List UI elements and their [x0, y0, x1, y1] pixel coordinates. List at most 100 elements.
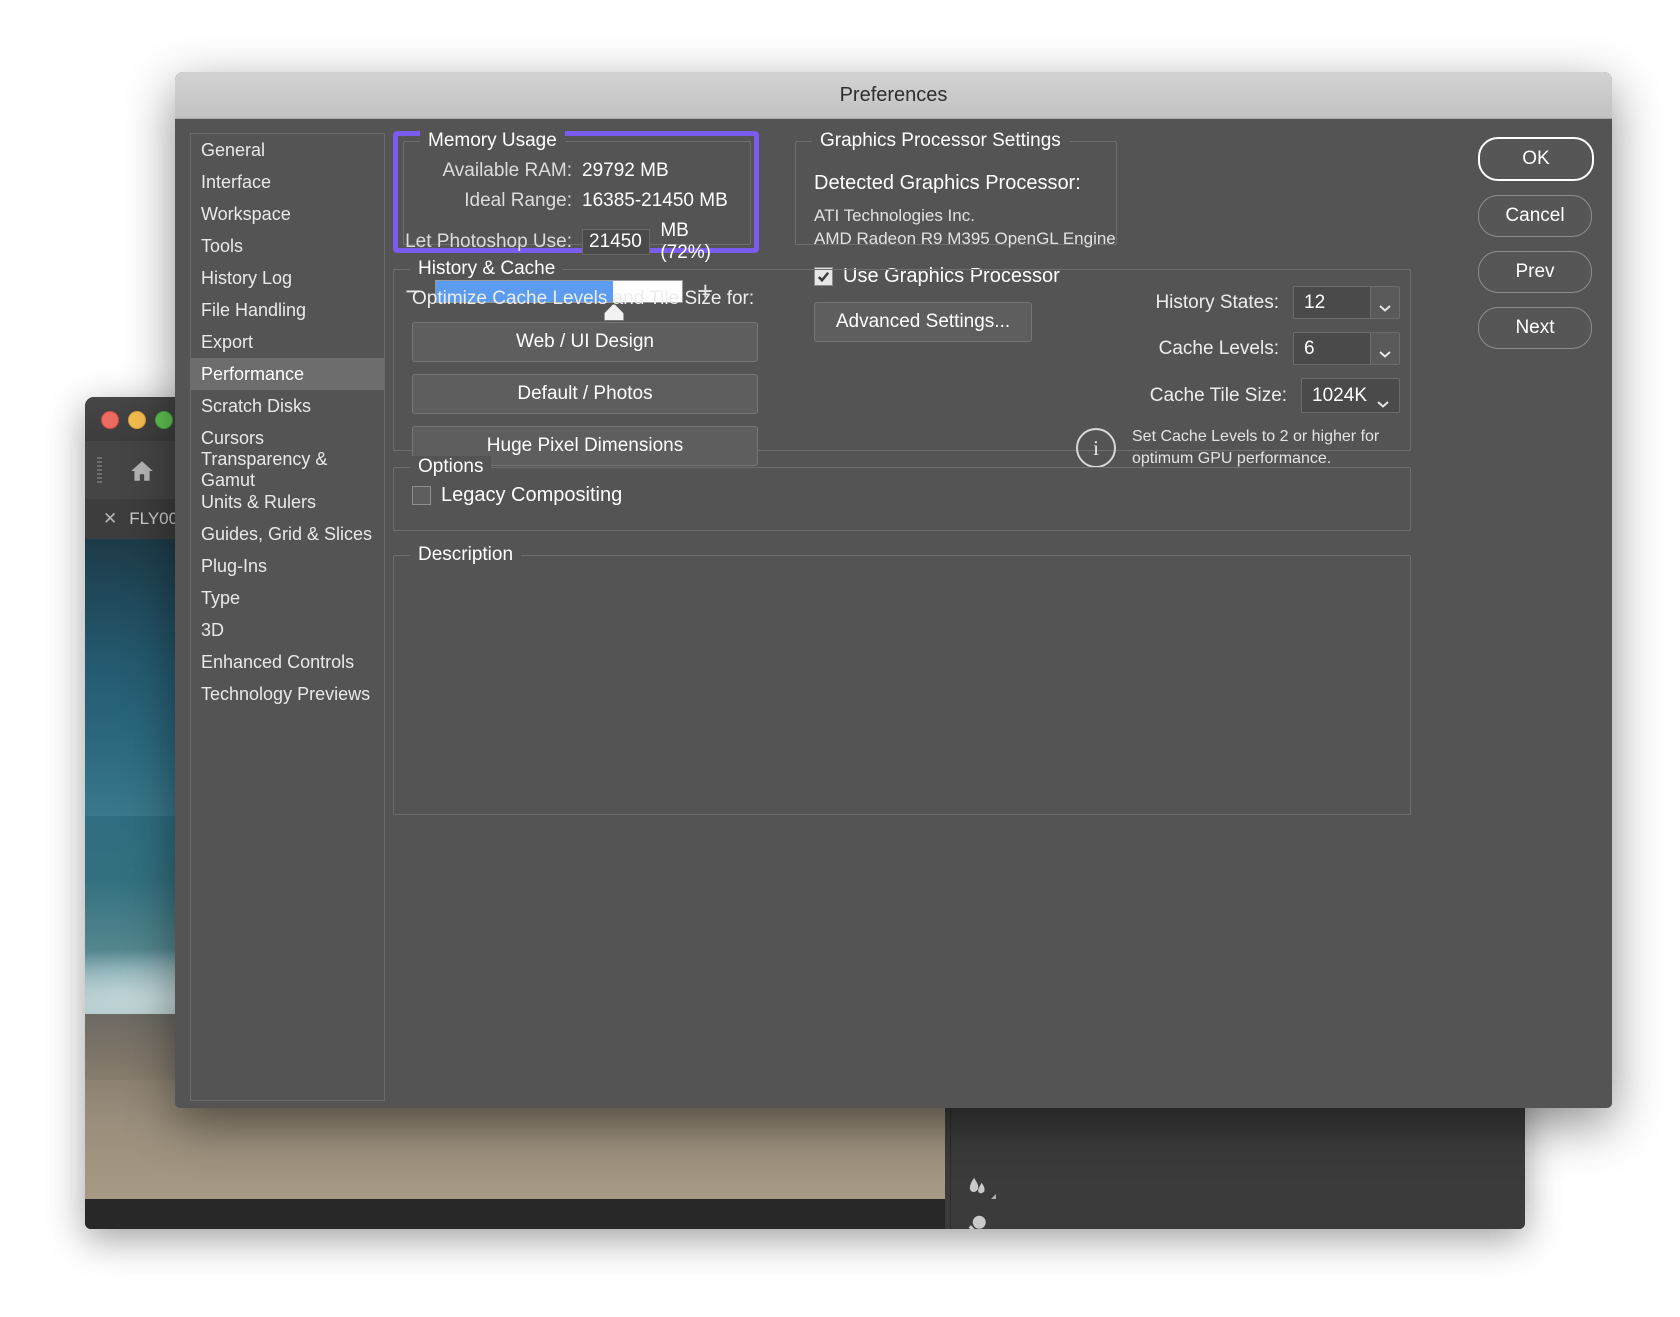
maximize-window-button[interactable] [155, 411, 173, 429]
graphics-processor-group: Graphics Processor Settings Detected Gra… [795, 141, 1117, 245]
legacy-compositing-checkbox[interactable] [412, 486, 431, 505]
sidebar-item-export[interactable]: Export [191, 326, 384, 358]
ideal-range-row: Ideal Range: 16385-21450 MB [404, 190, 732, 212]
let-photoshop-use-label: Let Photoshop Use: [405, 231, 572, 253]
memory-amount-input[interactable]: 21450 [582, 229, 650, 255]
cache-levels-row: Cache Levels: 6 [1000, 332, 1400, 365]
gpu-vendor: ATI Technologies Inc. [814, 205, 1116, 228]
available-ram-value: 29792 MB [582, 160, 732, 182]
available-ram-label: Available RAM: [442, 160, 572, 182]
cancel-button-label: Cancel [1505, 205, 1564, 227]
cache-tile-size-select[interactable]: 1024K [1301, 378, 1400, 413]
blur-tool-icon[interactable] [963, 1169, 993, 1199]
description-text [394, 556, 1410, 588]
sidebar-item-label: Workspace [201, 204, 291, 225]
sidebar-item-file-handling[interactable]: File Handling [191, 294, 384, 326]
options-group: Options Legacy Compositing [393, 467, 1411, 531]
cache-tile-size-label: Cache Tile Size: [1150, 385, 1287, 407]
sidebar-item-label: Transparency & Gamut [201, 449, 384, 491]
sidebar-item-transparency-gamut[interactable]: Transparency & Gamut [191, 454, 384, 486]
history-states-stepper[interactable]: 12 [1293, 286, 1400, 319]
sidebar-item-label: General [201, 140, 265, 161]
ok-button[interactable]: OK [1478, 137, 1594, 181]
home-button[interactable] [115, 453, 169, 489]
optimize-cache-label: Optimize Cache Levels and Tile Size for: [412, 288, 792, 310]
sidebar-item-tools[interactable]: Tools [191, 230, 384, 262]
sidebar-item-general[interactable]: General [191, 134, 384, 166]
cache-levels-dropdown-arrow[interactable] [1370, 333, 1399, 364]
detected-gpu-label: Detected Graphics Processor: [814, 172, 1116, 195]
preset-huge-pixel-dimensions-label: Huge Pixel Dimensions [487, 435, 683, 457]
chevron-down-icon [1379, 350, 1391, 358]
sidebar-item-enhanced-controls[interactable]: Enhanced Controls [191, 646, 384, 678]
cache-levels-value[interactable]: 6 [1294, 333, 1370, 364]
zoom-tool-icon[interactable] [963, 1211, 993, 1229]
history-cache-group: History & Cache Optimize Cache Levels an… [393, 269, 1411, 451]
sidebar-item-label: Units & Rulers [201, 492, 316, 513]
sidebar-item-technology-previews[interactable]: Technology Previews [191, 678, 384, 710]
ok-button-label: OK [1522, 148, 1549, 170]
preferences-dialog: Preferences General Interface Workspace … [175, 72, 1612, 1108]
screen-root: ✕ FLY00 22.16% Efficiency: 100%* › [0, 0, 1680, 1317]
document-tab-label: FLY00 [129, 509, 178, 529]
preset-default-photos-button[interactable]: Default / Photos [412, 374, 758, 414]
sidebar-item-label: Performance [201, 364, 304, 385]
preset-default-photos-label: Default / Photos [517, 383, 652, 405]
dialog-titlebar: Preferences [175, 72, 1612, 119]
sidebar-item-label: Enhanced Controls [201, 652, 354, 673]
home-icon [129, 458, 155, 484]
dialog-title: Preferences [840, 84, 948, 107]
cache-settings-fields: History States: 12 Cache Levels: 6 [1000, 286, 1400, 470]
sidebar-item-label: Cursors [201, 428, 264, 449]
dialog-action-buttons: OK Cancel Prev Next [1478, 137, 1590, 363]
close-tab-icon[interactable]: ✕ [103, 509, 117, 529]
sidebar-item-label: History Log [201, 268, 292, 289]
options-bar-grip[interactable] [97, 457, 102, 485]
memory-percent-label: MB (72%) [660, 220, 732, 264]
sidebar-item-scratch-disks[interactable]: Scratch Disks [191, 390, 384, 422]
next-button-label: Next [1515, 317, 1554, 339]
blur-tool-more-icon [991, 1194, 996, 1199]
sidebar-item-label: Technology Previews [201, 684, 370, 705]
legacy-compositing-label: Legacy Compositing [441, 484, 622, 507]
sidebar-item-label: Export [201, 332, 253, 353]
preset-web-ui-design-label: Web / UI Design [516, 331, 654, 353]
cache-note-row: i Set Cache Levels to 2 or higher for op… [1000, 426, 1400, 470]
sidebar-item-plug-ins[interactable]: Plug-Ins [191, 550, 384, 582]
close-window-button[interactable] [101, 411, 119, 429]
sidebar-item-label: File Handling [201, 300, 306, 321]
sidebar-item-history-log[interactable]: History Log [191, 262, 384, 294]
cancel-button[interactable]: Cancel [1478, 195, 1592, 237]
chevron-down-icon [1377, 400, 1389, 408]
graphics-processor-legend: Graphics Processor Settings [812, 130, 1069, 152]
dialog-body: General Interface Workspace Tools Histor… [175, 119, 1612, 1108]
sidebar-item-workspace[interactable]: Workspace [191, 198, 384, 230]
cache-note-text: Set Cache Levels to 2 or higher for opti… [1132, 426, 1400, 470]
sidebar-item-label: Guides, Grid & Slices [201, 524, 372, 545]
ideal-range-label: Ideal Range: [464, 190, 572, 212]
sidebar-item-3d[interactable]: 3D [191, 614, 384, 646]
sidebar-item-type[interactable]: Type [191, 582, 384, 614]
preset-web-ui-design-button[interactable]: Web / UI Design [412, 322, 758, 362]
available-ram-row: Available RAM: 29792 MB [404, 160, 732, 182]
sidebar-item-label: Scratch Disks [201, 396, 311, 417]
next-button[interactable]: Next [1478, 307, 1592, 349]
sidebar-item-performance[interactable]: Performance [191, 358, 384, 390]
gpu-renderer: AMD Radeon R9 M395 OpenGL Engine [814, 228, 1116, 251]
cache-levels-stepper[interactable]: 6 [1293, 332, 1400, 365]
prev-button-label: Prev [1515, 261, 1554, 283]
cache-tile-size-value: 1024K [1312, 385, 1367, 407]
sidebar-item-interface[interactable]: Interface [191, 166, 384, 198]
history-states-dropdown-arrow[interactable] [1370, 287, 1399, 318]
sidebar-item-label: Plug-Ins [201, 556, 267, 577]
ideal-range-value: 16385-21450 MB [582, 190, 732, 212]
memory-usage-legend: Memory Usage [420, 130, 565, 152]
history-states-value[interactable]: 12 [1294, 287, 1370, 318]
prev-button[interactable]: Prev [1478, 251, 1592, 293]
legacy-compositing-row[interactable]: Legacy Compositing [394, 468, 1410, 507]
sidebar-item-guides-grid-slices[interactable]: Guides, Grid & Slices [191, 518, 384, 550]
cache-tile-size-row: Cache Tile Size: 1024K [1000, 378, 1400, 413]
sidebar-item-label: Type [201, 588, 240, 609]
history-cache-legend: History & Cache [410, 258, 563, 280]
minimize-window-button[interactable] [128, 411, 146, 429]
